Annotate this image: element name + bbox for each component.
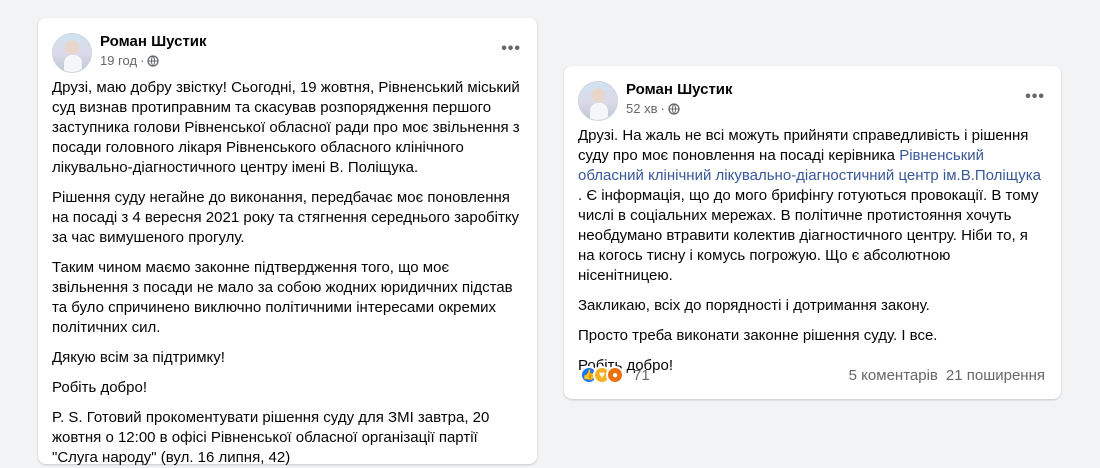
separator-dot: · [660, 101, 665, 116]
more-options-icon[interactable]: ••• [501, 40, 521, 58]
author-name[interactable]: Роман Шустик [100, 33, 207, 50]
timestamp[interactable]: 19 год [100, 53, 137, 68]
post-text: Друзі, маю добру звістку! Сьогодні, 19 ж… [52, 78, 523, 468]
post-header: Роман Шустик 19 год · ••• [38, 18, 537, 73]
post-paragraph: P. S. Готовий прокоментувати рішення суд… [52, 409, 490, 466]
post-card-2: Роман Шустик 52 хв · ••• Друзі. На жаль … [564, 66, 1061, 399]
post-time: 19 год · [100, 53, 160, 68]
post-paragraph: Робіть добро! [52, 379, 148, 396]
post-paragraph: Друзі, маю добру звістку! Сьогодні, 19 ж… [52, 79, 520, 176]
post-paragraph: Дякую всім за підтримку! [52, 349, 225, 366]
post-paragraph: Просто треба виконати законне рішення су… [578, 327, 938, 344]
post-paragraph: Таким чином маємо законне підтвердження … [52, 259, 513, 336]
post-time: 52 хв · [626, 101, 680, 116]
engagement-stats: 5 коментарів 21 поширення [849, 367, 1045, 384]
more-options-icon[interactable]: ••• [1025, 88, 1045, 106]
avatar[interactable] [578, 81, 618, 121]
post-paragraph: Друзі. На жаль не всі можуть прийняти сп… [578, 126, 1047, 286]
avatar[interactable] [52, 33, 92, 73]
shares-count[interactable]: 21 поширення [946, 367, 1045, 384]
angry-icon: ● [606, 366, 624, 384]
paragraph-text: . Є інформація, що до мого брифінгу готу… [578, 187, 1039, 284]
post-header: Роман Шустик 52 хв · ••• [564, 66, 1061, 121]
reaction-count[interactable]: 71 [633, 367, 650, 384]
post-paragraph: Закликаю, всіх до порядності і дотриманн… [578, 297, 930, 314]
comments-count[interactable]: 5 коментарів [849, 367, 938, 384]
separator-dot: · [140, 53, 145, 68]
post-footer: 👍 ♥ ● 71 5 коментарів 21 поширення [580, 363, 1045, 387]
globe-icon [668, 102, 680, 115]
reactions[interactable]: 👍 ♥ ● 71 [580, 366, 650, 384]
author-name[interactable]: Роман Шустик [626, 81, 733, 98]
post-paragraph: Рішення суду негайне до виконання, перед… [52, 189, 520, 246]
globe-icon [147, 54, 160, 67]
post-text: Друзі. На жаль не всі можуть прийняти сп… [578, 126, 1047, 386]
timestamp[interactable]: 52 хв [626, 101, 657, 116]
post-card-1: Роман Шустик 19 год · ••• Друзі, маю доб… [38, 18, 537, 466]
